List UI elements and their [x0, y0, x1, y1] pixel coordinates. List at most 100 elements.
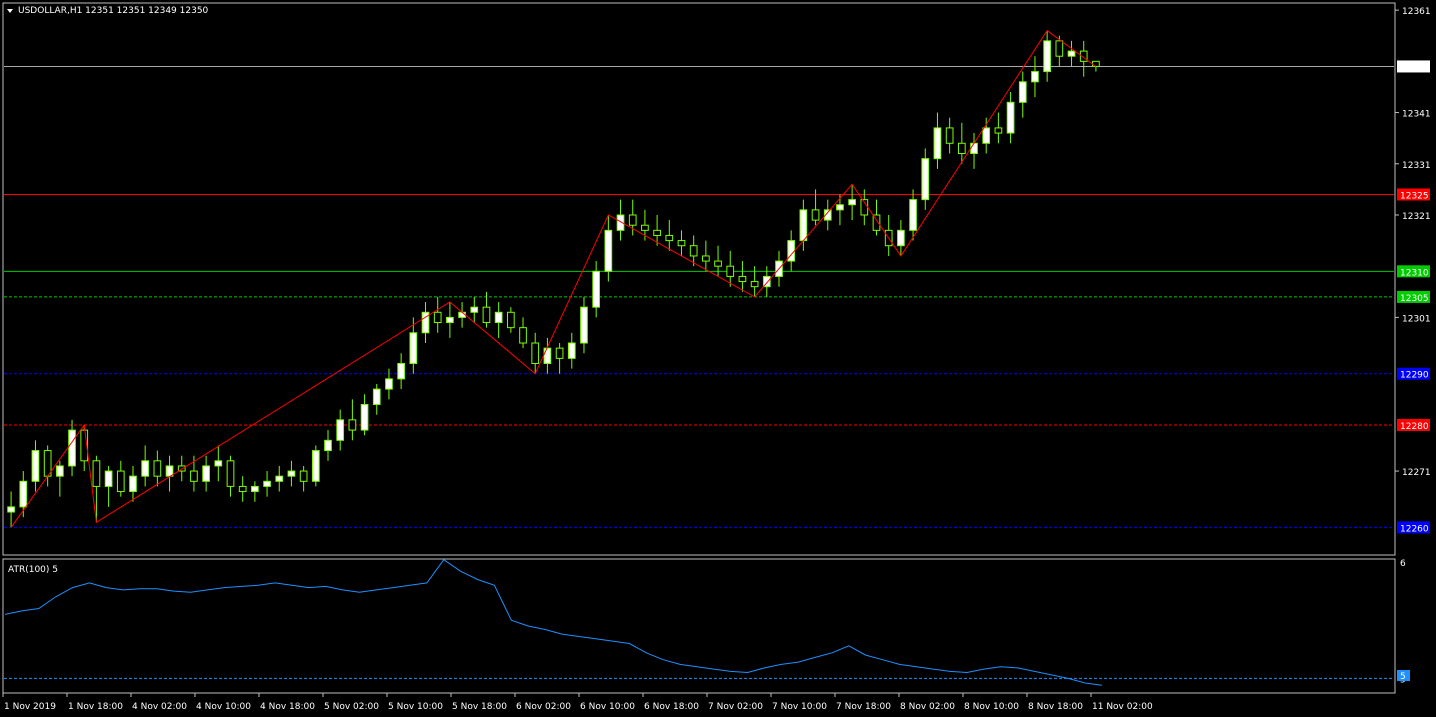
candle-body: [226, 460, 235, 487]
time-tick-label: 8 Nov 10:00: [964, 702, 1019, 712]
level-12310-label: 12310: [1400, 268, 1429, 278]
candle-body: [848, 199, 856, 206]
candle-body: [482, 306, 491, 324]
price-tick-label: 12271: [1402, 468, 1431, 478]
candle-body: [1092, 60, 1100, 67]
candle-body: [68, 429, 76, 467]
candle-body: [689, 245, 698, 257]
candle-body: [275, 475, 284, 482]
candle-body: [592, 270, 601, 308]
candle-body: [202, 465, 210, 482]
candle-body: [811, 209, 820, 221]
candle-body: [604, 229, 613, 272]
candle-body: [921, 158, 930, 201]
candle-body: [287, 470, 296, 477]
time-tick-label: 5 Nov 10:00: [388, 702, 443, 712]
candle-body: [567, 342, 576, 359]
candle-body: [409, 332, 418, 365]
candle-body: [738, 275, 747, 283]
candle-body: [994, 127, 1003, 134]
candle-body: [970, 142, 978, 155]
atr-tick-label: 6: [1400, 559, 1406, 569]
candle-body: [1043, 40, 1052, 73]
candle-body: [506, 311, 515, 329]
candle-body: [446, 316, 454, 324]
time-tick-label: 6 Nov 18:00: [644, 702, 699, 712]
candle-body: [372, 388, 381, 405]
candle-body: [494, 311, 503, 324]
price-tick-label: 12301: [1402, 314, 1431, 324]
candle-body: [1067, 50, 1076, 57]
chart-canvas[interactable]: 12361 12341 12331 12321 12301 12271 6 5 12350 12…: [0, 0, 1436, 717]
level-12325-label: 12325: [1400, 191, 1429, 201]
candle-body: [31, 450, 40, 482]
candle-body: [909, 199, 917, 231]
candle-body: [470, 306, 479, 313]
time-tick-label: 7 Nov 02:00: [708, 702, 763, 712]
time-tick-label: 7 Nov 10:00: [772, 702, 827, 712]
candle-body: [750, 281, 759, 288]
time-tick-label: 8 Nov 18:00: [1028, 702, 1083, 712]
time-tick-label: 5 Nov 02:00: [324, 702, 379, 712]
candle-body: [104, 470, 113, 487]
candle-body: [957, 142, 966, 155]
candle-body: [982, 127, 991, 144]
time-tick-label: 1 Nov 2019: [4, 702, 56, 712]
candle-body: [397, 363, 405, 380]
candle-body: [336, 419, 345, 441]
symbol-header: USDOLLAR,H1 12351 12351 12349 12350: [18, 6, 209, 16]
candle-body: [385, 378, 393, 390]
candle-body: [519, 327, 527, 344]
candle-body: [1055, 40, 1064, 57]
candle-body: [19, 480, 28, 508]
candle-body: [238, 485, 247, 493]
candle-body: [116, 470, 125, 493]
level-12305-label: 12305: [1400, 294, 1429, 304]
candle-body: [714, 260, 722, 267]
time-tick-label: 1 Nov 18:00: [68, 702, 123, 712]
candle-body: [933, 127, 942, 160]
candle-body: [1018, 81, 1027, 103]
candle-body: [836, 204, 844, 211]
time-tick-label: 4 Nov 10:00: [196, 702, 251, 712]
candle-body: [55, 465, 64, 477]
atr-value-label: 5: [1400, 672, 1406, 682]
level-12350-label: 12350: [1400, 63, 1429, 73]
candle-body: [726, 265, 735, 277]
candle-body: [665, 234, 674, 242]
candle-body: [897, 229, 905, 247]
candle-body: [165, 465, 174, 477]
time-tick-label: 6 Nov 02:00: [516, 702, 571, 712]
candle-body: [628, 214, 637, 226]
candle-body: [702, 255, 710, 262]
candle-body: [311, 450, 320, 482]
candle-body: [531, 342, 540, 365]
candle-body: [190, 470, 198, 482]
candle-body: [433, 311, 442, 324]
candle-body: [7, 506, 15, 513]
level-12280-label: 12280: [1400, 422, 1429, 432]
candle-body: [324, 439, 332, 452]
candle-body: [580, 306, 588, 344]
candle-body: [129, 475, 137, 493]
candle-body: [153, 460, 162, 477]
candle-body: [653, 229, 661, 236]
time-tick-label: 4 Nov 02:00: [132, 702, 187, 712]
candle-body: [641, 224, 649, 231]
candle-body: [299, 470, 308, 482]
candle-body: [92, 460, 101, 487]
candle-body: [1031, 71, 1039, 83]
price-tick-label: 12331: [1402, 161, 1431, 171]
candle-body: [543, 347, 552, 365]
candle-body: [799, 209, 808, 242]
level-12290-label: 12290: [1400, 371, 1429, 381]
level-12260-label: 12260: [1400, 524, 1429, 534]
time-tick-label: 11 Nov 02:00: [1092, 702, 1153, 712]
candle-body: [141, 460, 150, 477]
price-tick-label: 12361: [1402, 7, 1431, 17]
candle-body: [555, 347, 564, 359]
time-tick-label: 5 Nov 18:00: [452, 702, 507, 712]
time-tick-label: 7 Nov 18:00: [836, 702, 891, 712]
price-tick-label: 12341: [1402, 110, 1431, 120]
candle-body: [348, 419, 357, 431]
